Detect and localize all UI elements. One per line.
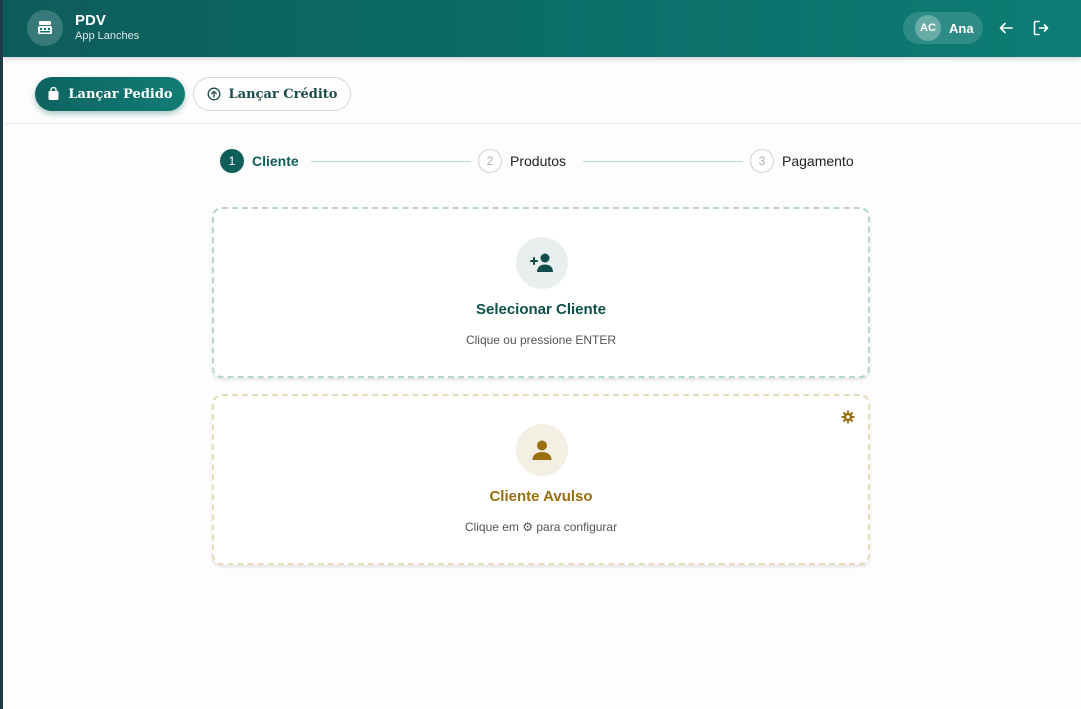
launch-credit-label: Lançar Crédito (228, 86, 338, 102)
select-client-title: Selecionar Cliente (475, 301, 607, 318)
step-number: 2 (478, 149, 502, 173)
step-label: Pagamento (782, 153, 854, 169)
brand: PDV App Lanches (75, 12, 139, 43)
walk-in-client-card[interactable]: Cliente Avulso Clique em ⚙ para configur… (212, 394, 870, 565)
step-number: 3 (750, 149, 774, 173)
top-header: PDV App Lanches AC Ana (3, 0, 1081, 57)
step-pagamento[interactable]: 3 Pagamento (750, 149, 854, 173)
circle-arrow-up-icon (207, 87, 221, 101)
user-name: Ana (949, 20, 974, 36)
step-produtos[interactable]: 2 Produtos (478, 149, 566, 173)
launch-credit-button[interactable]: Lançar Crédito (193, 77, 351, 111)
step-connector (311, 161, 471, 162)
gear-icon[interactable] (840, 409, 856, 425)
step-label: Cliente (252, 153, 299, 169)
action-bar: Lançar Pedido Lançar Crédito (3, 57, 1081, 124)
walk-in-client-title: Cliente Avulso (489, 488, 593, 505)
hint-text-before: Clique em (464, 520, 519, 534)
cash-register-icon (27, 10, 63, 46)
launch-order-button[interactable]: Lançar Pedido (35, 77, 185, 111)
step-cliente[interactable]: 1 Cliente (220, 149, 299, 173)
user-plus-icon (516, 237, 568, 289)
step-connector (583, 161, 743, 162)
avatar: AC (915, 15, 941, 41)
select-client-card[interactable]: Selecionar Cliente Clique ou pressione E… (212, 207, 870, 378)
app-window: PDV App Lanches AC Ana Lançar Pedido Lan… (3, 0, 1081, 709)
hint-text-after: para configurar (536, 520, 618, 534)
user-icon (516, 424, 568, 476)
order-stepper: 1 Cliente 2 Produtos 3 Pagamento (3, 124, 1081, 200)
shopping-bag-icon (47, 87, 60, 101)
walk-in-client-hint: Clique em ⚙ para configurar (214, 520, 868, 534)
user-menu[interactable]: AC Ana (903, 12, 983, 44)
launch-order-label: Lançar Pedido (68, 86, 173, 102)
app-subtitle: App Lanches (75, 30, 140, 42)
app-title: PDV (75, 12, 106, 29)
hint-gear-glyph: ⚙ (522, 520, 534, 534)
select-client-hint: Clique ou pressione ENTER (465, 333, 617, 347)
step-label: Produtos (510, 153, 567, 169)
step-number: 1 (220, 149, 244, 173)
arrow-left-icon[interactable] (996, 18, 1016, 38)
logout-icon[interactable] (1031, 18, 1051, 38)
